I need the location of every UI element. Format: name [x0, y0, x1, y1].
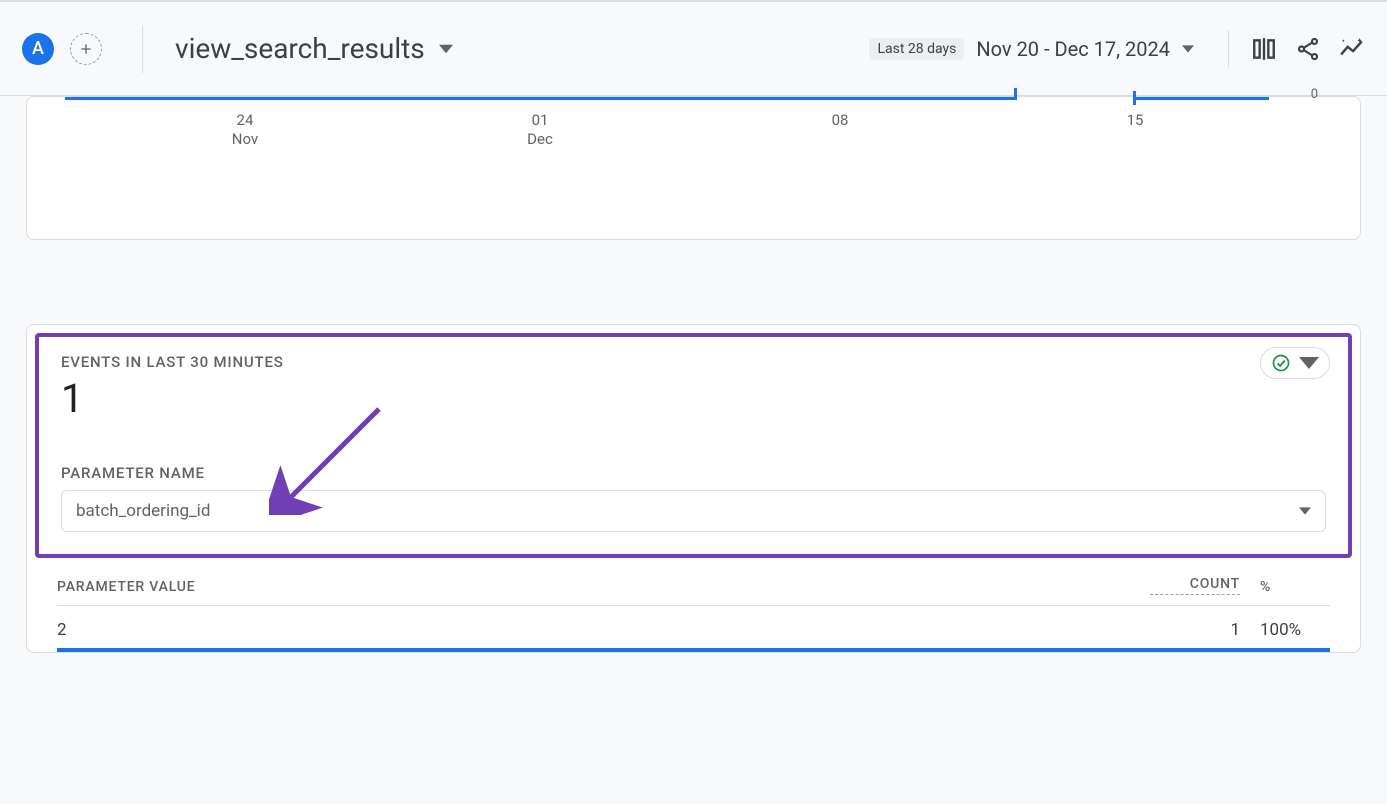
parameter-name-select[interactable]: batch_ordering_id: [61, 490, 1326, 532]
plus-icon: [78, 41, 94, 57]
chart-line-segment: [1014, 88, 1017, 100]
insights-icon[interactable]: [1339, 36, 1365, 62]
realtime-events-card: EVENTS IN LAST 30 MINUTES 1 PARAMETER N: [26, 324, 1361, 653]
compare-icon[interactable]: [1251, 36, 1277, 62]
y-axis-label: 0: [1311, 87, 1318, 102]
col-header-pct: %: [1240, 579, 1330, 595]
table-row[interactable]: 2 1 100%: [57, 606, 1330, 648]
chart-line-segment: [65, 97, 1015, 105]
event-title-dropdown[interactable]: view_search_results: [175, 32, 453, 65]
chart-line-segment: [1133, 97, 1269, 105]
x-tick: 08: [832, 111, 849, 130]
toolbar-icons: [1228, 30, 1365, 68]
chevron-down-icon: [1182, 43, 1194, 55]
table-header: PARAMETER VALUE COUNT %: [57, 576, 1330, 599]
percent-bar: [57, 648, 1330, 652]
divider: [1228, 30, 1229, 68]
parameter-value-table: PARAMETER VALUE COUNT % 2 1 100%: [27, 566, 1360, 652]
parameter-name-label: PARAMETER NAME: [61, 464, 1326, 482]
date-chip: Last 28 days: [869, 38, 964, 60]
cell-pct: 100%: [1240, 620, 1330, 640]
cell-value: 2: [57, 620, 1150, 640]
date-range-picker[interactable]: Last 28 days Nov 20 - Dec 17, 2024: [869, 37, 1194, 61]
date-range-text: Nov 20 - Dec 17, 2024: [976, 37, 1170, 61]
x-tick: 24 Nov: [232, 111, 258, 149]
chart-card: 0 24 Nov 01 Dec 08 15: [26, 96, 1361, 240]
cell-count: 1: [1150, 620, 1240, 640]
col-header-value: PARAMETER VALUE: [57, 579, 1150, 595]
page-title: view_search_results: [175, 32, 425, 65]
chart-area: 0 24 Nov 01 Dec 08 15: [27, 97, 1360, 239]
chevron-down-icon: [1299, 505, 1311, 517]
status-dropdown[interactable]: [1260, 347, 1330, 379]
parameter-name-value: batch_ordering_id: [76, 501, 210, 521]
share-icon[interactable]: [1295, 36, 1321, 62]
events-title: EVENTS IN LAST 30 MINUTES: [61, 353, 1326, 371]
chevron-down-icon: [439, 42, 453, 56]
divider: [142, 25, 143, 73]
col-header-count[interactable]: COUNT: [1150, 576, 1240, 595]
avatar-letter: A: [32, 38, 44, 59]
avatar[interactable]: A: [22, 33, 54, 65]
chevron-down-icon: [1299, 353, 1319, 373]
highlight-annotation: EVENTS IN LAST 30 MINUTES 1 PARAMETER N: [35, 333, 1352, 558]
events-count: 1: [61, 375, 1326, 422]
topbar: A view_search_results Last 28 days Nov 2…: [0, 0, 1387, 96]
x-tick: 01 Dec: [527, 111, 553, 149]
check-circle-icon: [1271, 353, 1291, 373]
x-tick: 15: [1127, 111, 1144, 130]
add-comparison-button[interactable]: [70, 33, 102, 65]
